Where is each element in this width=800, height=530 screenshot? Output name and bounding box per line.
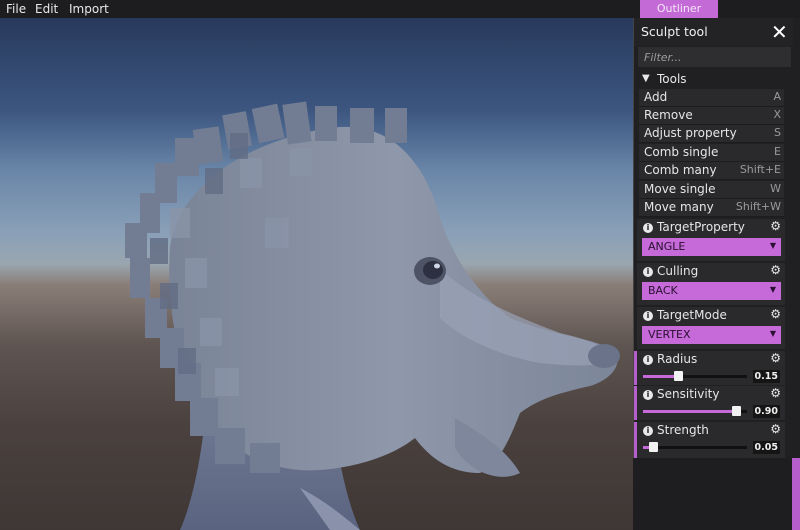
menu-import[interactable]: Import (69, 0, 109, 18)
tool-item-remove[interactable]: Remove X (639, 107, 784, 125)
prop-target-property: i TargetProperty ⚙ ANGLE ▼ (637, 219, 785, 261)
tool-item-add[interactable]: Add A (639, 89, 784, 107)
tools-header-label: Tools (657, 72, 687, 86)
prop-strength: i Strength ⚙ 0.05 (634, 422, 785, 458)
tool-name: Add (644, 90, 668, 104)
tool-shortcut: X (773, 108, 781, 121)
info-icon[interactable]: i (643, 390, 653, 400)
info-icon[interactable]: i (643, 426, 653, 436)
dropdown-value: VERTEX (648, 328, 691, 341)
menu-file[interactable]: File (6, 0, 26, 18)
sensitivity-value: 0.90 (753, 405, 780, 418)
radius-value: 0.15 (753, 370, 780, 383)
tool-shortcut: W (770, 182, 781, 195)
tool-item-adjust-property[interactable]: Adjust property S (639, 125, 784, 143)
sculpt-model (125, 101, 620, 530)
prop-radius: i Radius ⚙ 0.15 (634, 351, 785, 385)
slider-thumb[interactable] (674, 371, 684, 381)
tool-shortcut: S (774, 126, 781, 139)
strength-value: 0.05 (753, 441, 780, 454)
dropdown-value: ANGLE (648, 240, 686, 253)
info-icon[interactable]: i (643, 267, 653, 277)
prop-label: Strength (657, 423, 709, 437)
panel-header: Sculpt tool ✕ (634, 18, 793, 46)
caret-down-icon: ▼ (769, 241, 776, 250)
prop-label: Culling (657, 264, 699, 278)
slider-fill (643, 375, 679, 378)
tool-item-move-single[interactable]: Move single W (639, 181, 784, 199)
tool-name: Adjust property (644, 126, 737, 140)
caret-down-icon: ▼ (769, 285, 776, 294)
tool-item-comb-single[interactable]: Comb single E (639, 144, 784, 162)
info-icon[interactable]: i (643, 223, 653, 233)
gear-icon[interactable]: ⚙ (770, 307, 781, 321)
strength-slider[interactable] (643, 442, 747, 452)
close-icon[interactable]: ✕ (771, 20, 788, 44)
radius-slider[interactable] (643, 371, 747, 381)
menu-edit[interactable]: Edit (35, 0, 58, 18)
prop-label: TargetProperty (657, 220, 745, 234)
target-property-dropdown[interactable]: ANGLE ▼ (642, 238, 781, 256)
gear-icon[interactable]: ⚙ (770, 386, 781, 400)
tool-item-move-many[interactable]: Move many Shift+W (639, 199, 784, 217)
tool-shortcut: A (773, 90, 781, 103)
prop-culling: i Culling ⚙ BACK ▼ (637, 263, 785, 305)
tool-name: Move single (644, 182, 716, 196)
gear-icon[interactable]: ⚙ (770, 351, 781, 365)
slider-thumb[interactable] (731, 406, 741, 416)
tool-shortcut: Shift+E (739, 163, 781, 176)
culling-dropdown[interactable]: BACK ▼ (642, 282, 781, 300)
dropdown-value: BACK (648, 284, 678, 297)
caret-down-icon: ▼ (769, 329, 776, 338)
gear-icon[interactable]: ⚙ (770, 422, 781, 436)
tool-name: Remove (644, 108, 693, 122)
info-icon[interactable]: i (643, 355, 653, 365)
sculpt-tool-panel: Sculpt tool ✕ ▼ Tools Add A Remove X Adj… (633, 18, 800, 458)
prop-label: TargetMode (657, 308, 727, 322)
sensitivity-slider[interactable] (643, 406, 747, 416)
tool-name: Comb many (644, 163, 717, 177)
target-mode-dropdown[interactable]: VERTEX ▼ (642, 326, 781, 344)
tool-name: Move many (644, 200, 714, 214)
info-icon[interactable]: i (643, 311, 653, 321)
filter-input[interactable] (638, 47, 791, 67)
tools-section-header[interactable]: ▼ Tools (634, 70, 784, 88)
gear-icon[interactable]: ⚙ (770, 263, 781, 277)
prop-label: Sensitivity (657, 387, 720, 401)
gear-icon[interactable]: ⚙ (770, 219, 781, 233)
prop-target-mode: i TargetMode ⚙ VERTEX ▼ (637, 307, 785, 349)
tool-name: Comb single (644, 145, 719, 159)
tool-item-comb-many[interactable]: Comb many Shift+E (639, 162, 784, 180)
chevron-down-icon: ▼ (642, 73, 650, 84)
3d-viewport[interactable] (0, 18, 633, 530)
tool-shortcut: Shift+W (735, 200, 781, 213)
prop-label: Radius (657, 352, 698, 366)
prop-sensitivity: i Sensitivity ⚙ 0.90 (634, 386, 785, 420)
slider-fill (643, 410, 736, 413)
tool-shortcut: E (774, 145, 781, 158)
panel-title: Sculpt tool (641, 24, 708, 39)
slider-thumb[interactable] (649, 442, 659, 452)
tab-outliner[interactable]: Outliner (640, 0, 718, 18)
